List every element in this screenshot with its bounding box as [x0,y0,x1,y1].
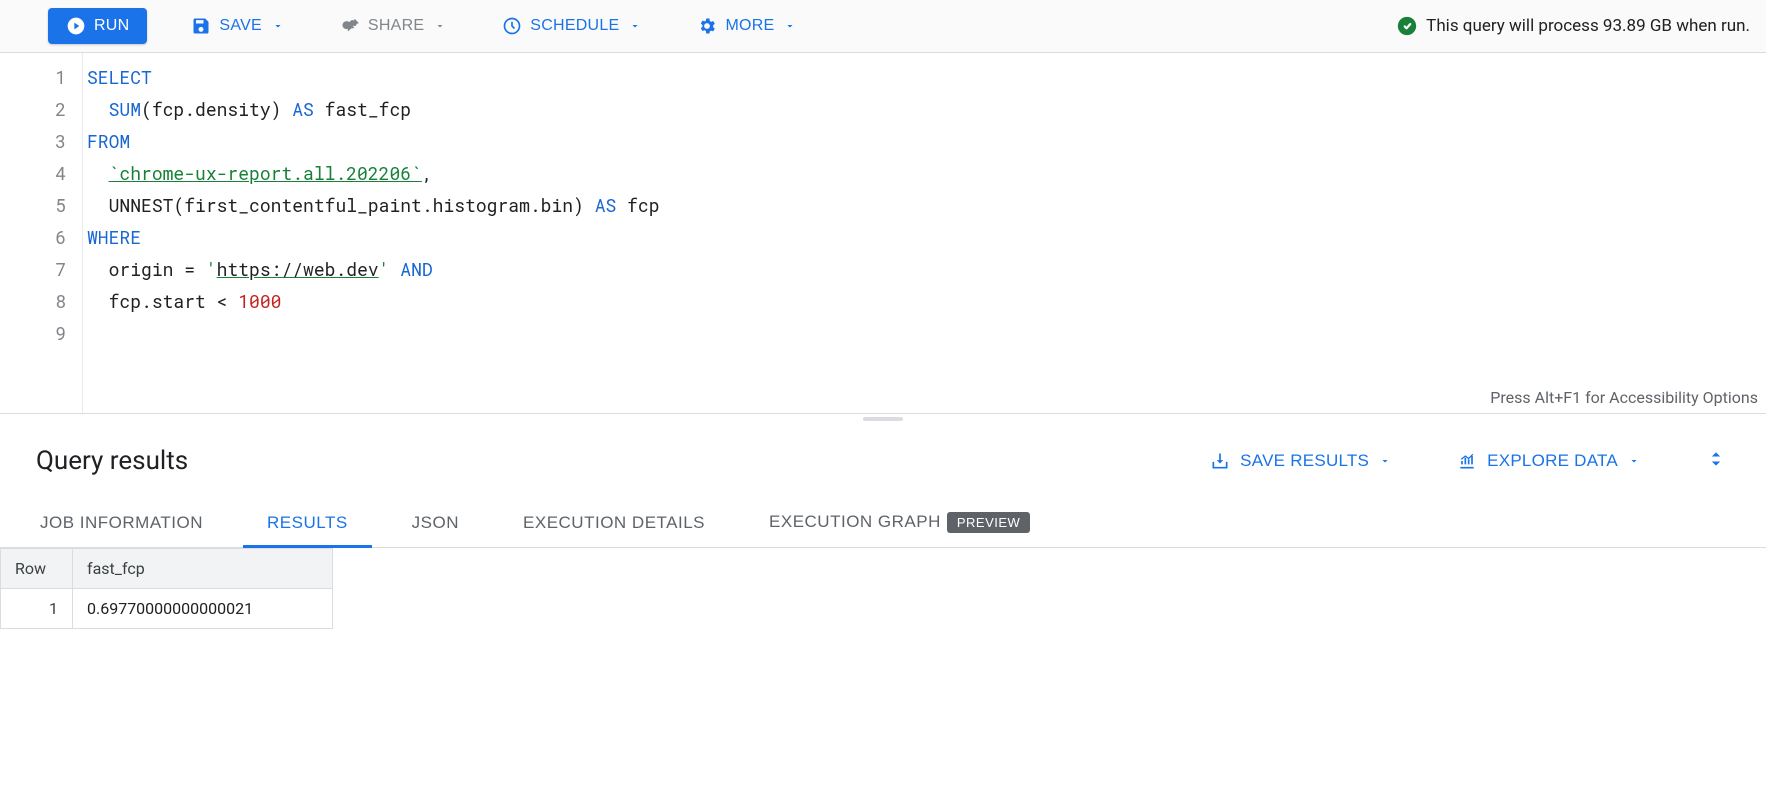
more-label: MORE [725,17,774,35]
line-number: 6 [0,221,66,253]
pane-divider[interactable] [0,413,1766,423]
chevron-down-icon [1628,455,1640,467]
check-circle-icon [1396,15,1418,37]
line-number: 2 [0,93,66,125]
table-header: Row [1,549,73,589]
code-line[interactable]: WHERE [87,221,1766,253]
drag-handle-icon [863,417,903,421]
table-cell: 1 [1,589,73,629]
chart-icon [1457,451,1477,471]
code-area[interactable]: SELECT SUM(fcp.density) AS fast_fcpFROM … [82,53,1766,413]
schedule-button[interactable]: SCHEDULE [490,8,661,44]
explore-data-button[interactable]: EXPLORE DATA [1445,443,1662,479]
save-results-button[interactable]: SAVE RESULTS [1198,443,1413,479]
tab-execution-graph[interactable]: EXECUTION GRAPHPREVIEW [765,498,1034,547]
line-gutter: 123456789 [0,53,82,413]
results-header: Query results SAVE RESULTS EXPLORE DATA [0,423,1766,498]
table-cell: 0.69770000000000021 [73,589,333,629]
table-header: fast_fcp [73,549,333,589]
results-tabs: JOB INFORMATION RESULTS JSON EXECUTION D… [0,498,1766,548]
chevron-down-icon [629,20,641,32]
line-number: 1 [0,61,66,93]
download-icon [1210,451,1230,471]
save-label: SAVE [219,17,262,35]
share-button[interactable]: SHARE [328,8,466,44]
code-line[interactable]: `chrome-ux-report.all.202206`, [87,157,1766,189]
save-icon [191,16,211,36]
line-number: 9 [0,317,66,349]
chevron-down-icon [434,20,446,32]
tab-job-information[interactable]: JOB INFORMATION [36,499,207,547]
gear-icon [697,16,717,36]
line-number: 4 [0,157,66,189]
run-button[interactable]: RUN [48,8,147,44]
chevron-down-icon [1379,455,1391,467]
share-label: SHARE [368,17,424,35]
sql-editor[interactable]: 123456789 SELECT SUM(fcp.density) AS fas… [0,53,1766,413]
play-icon [66,16,86,36]
code-line[interactable]: origin = 'https://web.dev' AND [87,253,1766,285]
tab-results[interactable]: RESULTS [263,499,352,547]
clock-icon [502,16,522,36]
code-line[interactable]: SUM(fcp.density) AS fast_fcp [87,93,1766,125]
line-number: 8 [0,285,66,317]
explore-data-label: EXPLORE DATA [1487,451,1618,471]
unfold-icon [1706,445,1726,473]
preview-badge: PREVIEW [947,512,1030,533]
run-label: RUN [94,17,129,35]
code-line[interactable]: fcp.start < 1000 [87,285,1766,317]
query-status: This query will process 93.89 GB when ru… [1396,15,1750,37]
chevron-down-icon [272,20,284,32]
chevron-down-icon [784,20,796,32]
schedule-label: SCHEDULE [530,17,619,35]
share-icon [340,16,360,36]
table-row: 10.69770000000000021 [1,589,333,629]
results-title: Query results [36,446,188,476]
expand-collapse-button[interactable] [1698,441,1734,480]
status-text: This query will process 93.89 GB when ru… [1426,16,1750,36]
result-table: Rowfast_fcp 10.69770000000000021 [0,548,333,629]
line-number: 3 [0,125,66,157]
line-number: 5 [0,189,66,221]
code-line[interactable] [87,317,1766,349]
tab-json[interactable]: JSON [408,499,463,547]
more-button[interactable]: MORE [685,8,816,44]
code-line[interactable]: FROM [87,125,1766,157]
toolbar: RUN SAVE SHARE SCHEDULE MORE This query … [0,0,1766,53]
tab-execution-details[interactable]: EXECUTION DETAILS [519,499,709,547]
code-line[interactable]: SELECT [87,61,1766,93]
save-results-label: SAVE RESULTS [1240,451,1369,471]
save-button[interactable]: SAVE [179,8,304,44]
code-line[interactable]: UNNEST(first_contentful_paint.histogram.… [87,189,1766,221]
line-number: 7 [0,253,66,285]
accessibility-hint: Press Alt+F1 for Accessibility Options [1490,388,1758,407]
